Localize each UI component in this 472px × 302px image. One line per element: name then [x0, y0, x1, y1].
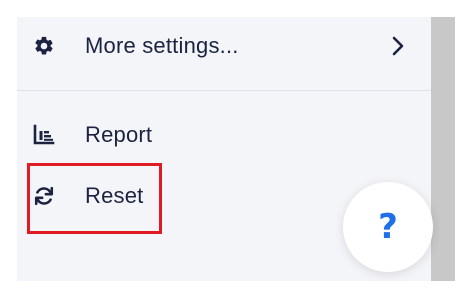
menu-item-report[interactable]: Report — [17, 110, 431, 160]
chevron-right-icon — [391, 35, 405, 57]
bar-chart-icon — [31, 122, 57, 148]
gear-icon — [31, 33, 57, 59]
refresh-icon — [31, 183, 57, 209]
menu-item-label: More settings... — [85, 33, 239, 58]
help-icon: ? — [378, 207, 398, 247]
menu-divider — [17, 90, 431, 91]
app-window: More settings... Report Reset ? — [0, 0, 472, 302]
menu-item-more-settings[interactable]: More settings... — [17, 21, 431, 71]
menu-item-label: Report — [85, 122, 153, 147]
menu-item-label: Reset — [85, 183, 144, 208]
help-button[interactable]: ? — [343, 182, 433, 272]
scrollbar[interactable] — [431, 17, 455, 281]
